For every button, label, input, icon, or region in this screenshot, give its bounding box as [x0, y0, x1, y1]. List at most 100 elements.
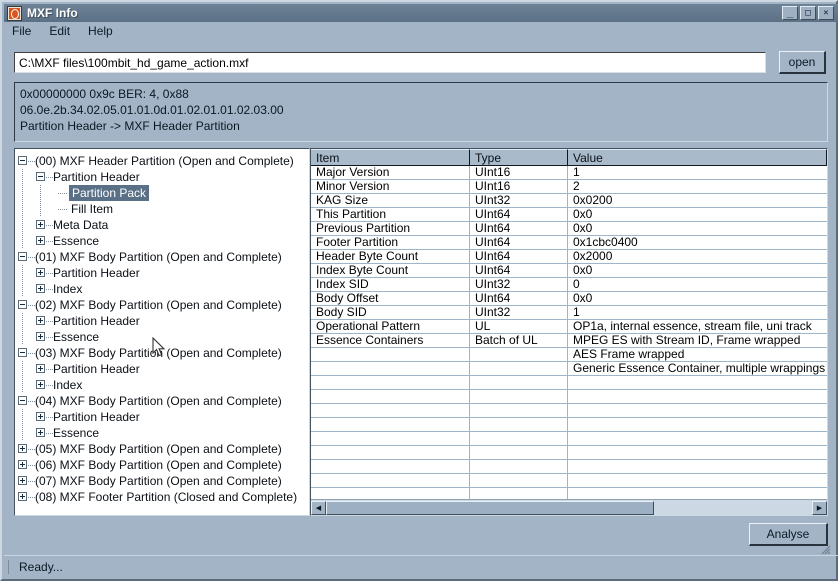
tree-node[interactable]: (02) MXF Body Partition (Open and Comple…: [15, 297, 309, 313]
tree-node[interactable]: Essence: [15, 233, 309, 249]
file-path-input[interactable]: C:\MXF files\100mbit_hd_game_action.mxf: [14, 52, 766, 73]
tree-collapse-icon[interactable]: [15, 345, 35, 361]
tree-expand-icon[interactable]: [33, 425, 53, 441]
tree-expand-icon[interactable]: [33, 329, 53, 345]
menu-file[interactable]: File: [12, 23, 41, 39]
tree-node-label: Partition Header: [53, 362, 140, 376]
resize-grip-icon[interactable]: [819, 543, 831, 555]
tree-node[interactable]: (01) MXF Body Partition (Open and Comple…: [15, 249, 309, 265]
minimize-button[interactable]: _: [782, 6, 798, 20]
plus-icon: [36, 364, 45, 373]
tree-expand-icon[interactable]: [33, 217, 53, 233]
tree-node[interactable]: (08) MXF Footer Partition (Closed and Co…: [15, 489, 309, 505]
menu-help[interactable]: Help: [88, 23, 123, 39]
table-row[interactable]: Header Byte Count UInt64 0x2000: [311, 250, 827, 264]
tree-expand-icon[interactable]: [33, 265, 53, 281]
close-button[interactable]: ✕: [818, 6, 834, 20]
tree-node[interactable]: Essence: [15, 329, 309, 345]
tree-guide-line: [46, 385, 53, 386]
open-button[interactable]: open: [779, 51, 826, 74]
table-row[interactable]: [311, 474, 827, 488]
table-row[interactable]: Generic Essence Container, multiple wrap…: [311, 362, 827, 376]
table-cell-value: 0x0: [573, 208, 593, 221]
partition-tree-panel[interactable]: (00) MXF Header Partition (Open and Comp…: [14, 148, 310, 516]
tree-expand-icon[interactable]: [33, 409, 53, 425]
tree-expand-icon[interactable]: [33, 377, 53, 393]
tree-node[interactable]: Partition Header: [15, 361, 309, 377]
app-icon: [7, 5, 22, 21]
tree-expand-icon[interactable]: [33, 233, 53, 249]
tree-collapse-icon[interactable]: [33, 169, 53, 185]
tree-collapse-icon[interactable]: [15, 393, 35, 409]
scrollbar-thumb[interactable]: [326, 500, 654, 515]
tree-guide-line: [22, 425, 23, 441]
table-row[interactable]: Minor Version UInt16 2: [311, 180, 827, 194]
table-row[interactable]: Index SID UInt32 0: [311, 278, 827, 292]
table-row[interactable]: KAG Size UInt32 0x0200: [311, 194, 827, 208]
tree-node[interactable]: Partition Pack: [15, 185, 309, 201]
tree-node[interactable]: Index: [15, 281, 309, 297]
tree-collapse-icon[interactable]: [15, 249, 35, 265]
tree-node[interactable]: Meta Data: [15, 217, 309, 233]
table-row[interactable]: Index Byte Count UInt64 0x0: [311, 264, 827, 278]
table-row[interactable]: AES Frame wrapped: [311, 348, 827, 362]
tree-expand-icon[interactable]: [15, 489, 35, 505]
tree-indent: [33, 185, 51, 201]
tree-node[interactable]: Index: [15, 377, 309, 393]
table-row[interactable]: Major Version UInt16 1: [311, 166, 827, 180]
tree-expand-icon[interactable]: [33, 361, 53, 377]
tree-node[interactable]: (03) MXF Body Partition (Open and Comple…: [15, 345, 309, 361]
tree-guide-line: [40, 201, 41, 217]
properties-table-panel[interactable]: Item Type Value Major Version UInt16 1 Mino…: [310, 148, 828, 516]
tree-node[interactable]: Partition Header: [15, 265, 309, 281]
tree-node[interactable]: (06) MXF Body Partition (Open and Comple…: [15, 457, 309, 473]
menu-edit[interactable]: Edit: [49, 23, 80, 39]
tree-node[interactable]: Partition Header: [15, 169, 309, 185]
table-row[interactable]: Body SID UInt32 1: [311, 306, 827, 320]
tree-indent: [15, 265, 33, 281]
tree-node[interactable]: Partition Header: [15, 313, 309, 329]
table-row[interactable]: Footer Partition UInt64 0x1cbc0400: [311, 236, 827, 250]
tree-node[interactable]: (00) MXF Header Partition (Open and Comp…: [15, 153, 309, 169]
scroll-right-button[interactable]: ▶: [812, 500, 827, 515]
table-row[interactable]: [311, 432, 827, 446]
table-row[interactable]: This Partition UInt64 0x0: [311, 208, 827, 222]
table-row[interactable]: [311, 488, 827, 499]
tree-node[interactable]: Fill Item: [15, 201, 309, 217]
table-cell-value: [568, 460, 827, 473]
tree-expand-icon[interactable]: [33, 313, 53, 329]
table-row[interactable]: [311, 460, 827, 474]
tree-node[interactable]: (07) MXF Body Partition (Open and Comple…: [15, 473, 309, 489]
column-header-value[interactable]: Value: [568, 149, 827, 165]
scrollbar-track[interactable]: [654, 501, 812, 515]
table-row[interactable]: Previous Partition UInt64 0x0: [311, 222, 827, 236]
table-row[interactable]: [311, 390, 827, 404]
table-row[interactable]: [311, 376, 827, 390]
table-row[interactable]: [311, 418, 827, 432]
tree-guide-line: [46, 433, 53, 434]
tree-collapse-icon[interactable]: [15, 153, 35, 169]
table-row[interactable]: [311, 446, 827, 460]
tree-collapse-icon[interactable]: [15, 297, 35, 313]
column-header-type[interactable]: Type: [470, 149, 568, 165]
tree-guide-line: [22, 409, 23, 425]
table-horizontal-scrollbar[interactable]: ◀ ▶: [311, 499, 827, 515]
tree-expand-icon[interactable]: [15, 473, 35, 489]
table-row[interactable]: Operational Pattern UL OP1a, internal esse…: [311, 320, 827, 334]
tree-node[interactable]: (04) MXF Body Partition (Open and Comple…: [15, 393, 309, 409]
table-row[interactable]: [311, 404, 827, 418]
maximize-button[interactable]: □: [800, 6, 816, 20]
tree-expand-icon[interactable]: [15, 441, 35, 457]
plus-icon: [18, 444, 27, 453]
tree-expand-icon[interactable]: [15, 457, 35, 473]
table-row[interactable]: Essence Containers Batch of UL MPEG ES wit…: [311, 334, 827, 348]
tree-node-label: Essence: [53, 330, 100, 344]
tree-node[interactable]: (05) MXF Body Partition (Open and Comple…: [15, 441, 309, 457]
column-header-item[interactable]: Item: [311, 149, 470, 165]
tree-node[interactable]: Partition Header: [15, 409, 309, 425]
tree-node[interactable]: Essence: [15, 425, 309, 441]
scroll-left-button[interactable]: ◀: [311, 500, 326, 515]
table-row[interactable]: Body Offset UInt64 0x0: [311, 292, 827, 306]
tree-expand-icon[interactable]: [33, 281, 53, 297]
analyse-button[interactable]: Analyse: [749, 523, 828, 546]
